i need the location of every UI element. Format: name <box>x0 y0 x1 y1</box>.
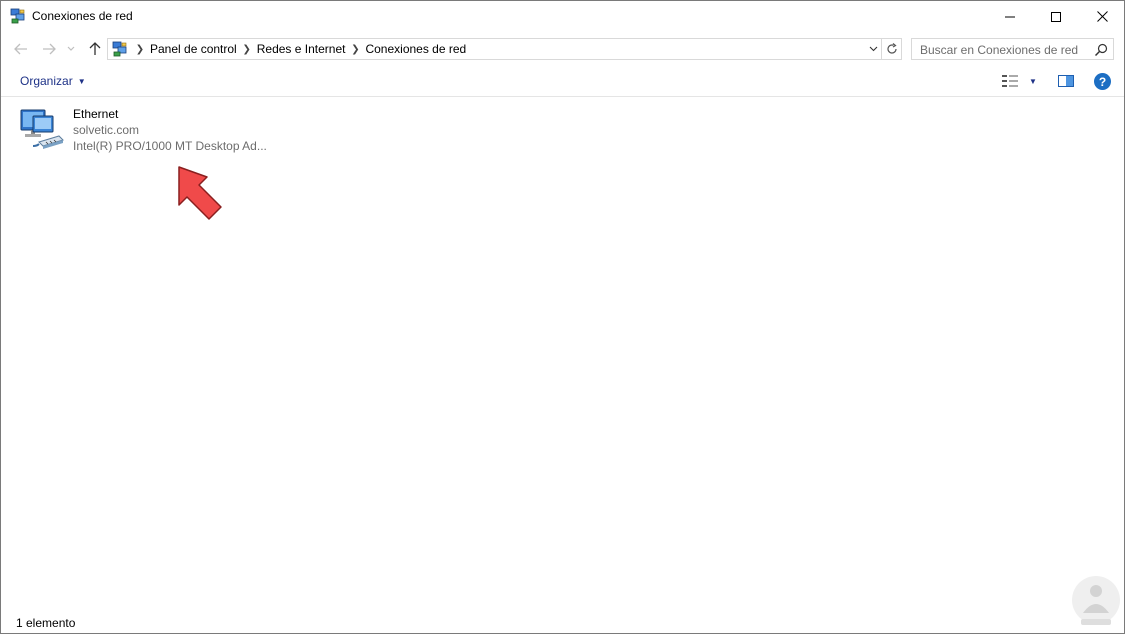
navigation-bar: ❯ Panel de control ❯ Redes e Internet ❯ … <box>1 36 1124 62</box>
address-bar[interactable]: ❯ Panel de control ❯ Redes e Internet ❯ … <box>107 38 882 60</box>
chevron-right-icon[interactable]: ❯ <box>239 44 255 55</box>
forward-button[interactable] <box>39 38 59 60</box>
caret-down-icon: ▼ <box>77 76 86 86</box>
refresh-icon <box>886 43 897 54</box>
view-options-icon[interactable] <box>1001 73 1019 89</box>
view-dropdown-button[interactable]: ▼ <box>1026 73 1040 89</box>
annotation-arrow-icon <box>178 166 222 220</box>
preview-pane-icon[interactable] <box>1057 73 1075 89</box>
chevron-down-icon <box>67 46 75 51</box>
breadcrumb-item-redes-e-internet[interactable]: Redes e Internet <box>255 42 348 56</box>
chevron-right-icon[interactable]: ❯ <box>347 44 363 55</box>
organize-label: Organizar <box>20 74 73 88</box>
list-item-ethernet[interactable]: Ethernet solvetic.com Intel(R) PRO/1000 … <box>17 104 275 156</box>
breadcrumb-item-panel-de-control[interactable]: Panel de control <box>148 42 239 56</box>
network-connections-icon <box>112 41 127 57</box>
search-input[interactable]: Buscar en Conexiones de red <box>911 38 1114 60</box>
chevron-right-icon[interactable]: ❯ <box>132 44 148 55</box>
window-title: Conexiones de red <box>32 9 133 23</box>
breadcrumb: ❯ Panel de control ❯ Redes e Internet ❯ … <box>132 39 468 59</box>
search-placeholder: Buscar en Conexiones de red <box>920 43 1079 57</box>
network-connections-icon <box>10 8 25 24</box>
arrow-up-icon <box>89 42 101 55</box>
connection-device: Intel(R) PRO/1000 MT Desktop Ad... <box>73 139 267 153</box>
back-button[interactable] <box>11 38 31 60</box>
address-history-button[interactable] <box>865 39 881 59</box>
connection-name: Ethernet <box>73 107 119 121</box>
command-bar: Organizar ▼ ▼ ? <box>1 67 1124 97</box>
title-bar[interactable]: Conexiones de red <box>1 1 1124 32</box>
connection-network: solvetic.com <box>73 123 140 137</box>
organize-button[interactable]: Organizar ▼ <box>20 74 86 88</box>
maximize-button[interactable] <box>1033 1 1079 32</box>
minimize-button[interactable] <box>987 1 1033 32</box>
watermark-logo <box>1072 576 1120 625</box>
item-count: 1 elemento <box>16 616 76 630</box>
network-adapter-icon <box>20 109 64 149</box>
explorer-window: Conexiones de red ❯ Panel de control ❯ R… <box>0 0 1125 634</box>
help-button[interactable]: ? <box>1094 73 1111 90</box>
close-icon <box>1096 11 1108 22</box>
close-button[interactable] <box>1079 1 1125 32</box>
breadcrumb-item-conexiones-de-red[interactable]: Conexiones de red <box>363 42 468 56</box>
up-button[interactable] <box>85 38 105 60</box>
recent-locations-button[interactable] <box>64 38 78 60</box>
arrow-right-icon <box>43 43 56 55</box>
search-icon[interactable] <box>1093 42 1109 58</box>
file-list-view: Ethernet solvetic.com Intel(R) PRO/1000 … <box>1 98 1124 610</box>
refresh-button[interactable] <box>882 38 902 60</box>
minimize-icon <box>1005 16 1015 17</box>
arrow-left-icon <box>14 43 27 55</box>
chevron-down-icon <box>869 46 877 52</box>
maximize-icon <box>1051 11 1061 22</box>
status-bar: 1 elemento <box>1 611 1124 633</box>
